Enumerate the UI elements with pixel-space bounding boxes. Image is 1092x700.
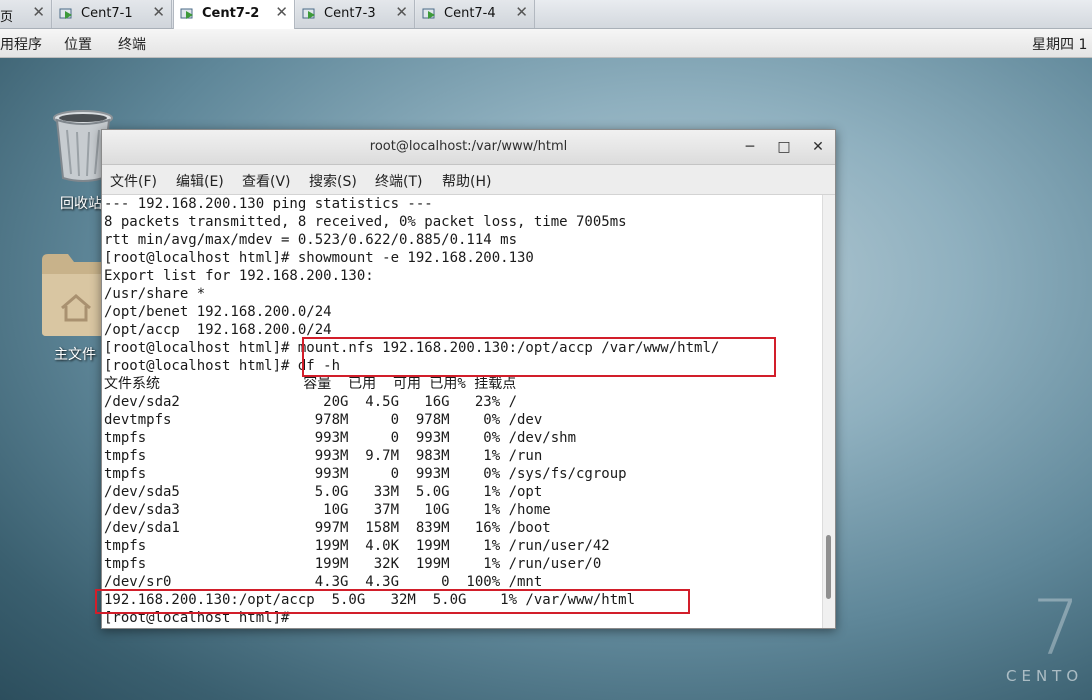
highlight-box-mount-command: [302, 337, 776, 377]
terminal-line: 8 packets transmitted, 8 received, 0% pa…: [104, 214, 627, 230]
gnome-top-bar: 用程序 位置 终端 星期四 1: [0, 29, 1092, 58]
vm-monitor-icon: [302, 8, 315, 19]
vm-monitor-icon: [422, 8, 435, 19]
menu-terminal[interactable]: 终端(T): [375, 171, 422, 191]
close-icon[interactable]: ✕: [152, 3, 165, 21]
terminal-line: Export list for 192.168.200.130:: [104, 268, 374, 284]
vm-tab-home[interactable]: 页 ✕: [0, 0, 52, 28]
vm-tab-label: Cent7-4: [444, 6, 496, 21]
vm-tab-label: 页: [0, 10, 14, 25]
menu-help[interactable]: 帮助(H): [442, 171, 491, 191]
terminal-line: /dev/sda3 10G 37M 10G 1% /home: [104, 502, 551, 518]
terminal-line: tmpfs 993M 9.7M 983M 1% /run: [104, 448, 543, 464]
vm-tab-label: Cent7-1: [81, 6, 133, 21]
places-menu[interactable]: 位置: [64, 34, 92, 54]
terminal-output[interactable]: --- 192.168.200.130 ping statistics --- 8…: [103, 195, 823, 628]
terminal-line: tmpfs 199M 32K 199M 1% /run/user/0: [104, 556, 602, 572]
terminal-line: /opt/accp 192.168.200.0/24: [104, 322, 332, 338]
terminal-line: --- 192.168.200.130 ping statistics ---: [104, 196, 433, 212]
centos-watermark-digit: 7: [1032, 583, 1081, 672]
close-icon[interactable]: ✕: [275, 3, 288, 21]
vm-tab-label: Cent7-3: [324, 6, 376, 21]
clock[interactable]: 星期四 1: [1032, 34, 1087, 54]
terminal-line: 文件系统 容量 已用 可用 已用% 挂载点: [104, 376, 517, 392]
terminal-app-menu[interactable]: 终端: [118, 34, 146, 54]
terminal-line: tmpfs 993M 0 993M 0% /sys/fs/cgroup: [104, 466, 627, 482]
menu-view[interactable]: 查看(V): [242, 171, 291, 191]
close-icon[interactable]: ✕: [32, 3, 45, 21]
maximize-icon[interactable]: □: [773, 136, 795, 158]
minimize-icon[interactable]: ─: [739, 136, 761, 158]
vm-tab-cent7-1[interactable]: Cent7-1 ✕: [53, 0, 172, 28]
terminal-line: tmpfs 993M 0 993M 0% /dev/shm: [104, 430, 577, 446]
home-folder-label: 主文件: [54, 347, 96, 363]
trash-label: 回收站: [60, 196, 102, 212]
close-icon[interactable]: ✕: [807, 136, 829, 158]
window-title: root@localhost:/var/www/html: [369, 139, 568, 154]
terminal-line: devtmpfs 978M 0 978M 0% /dev: [104, 412, 543, 428]
terminal-line: [root@localhost html]# showmount -e 192.…: [104, 250, 534, 266]
scrollbar-thumb[interactable]: [826, 535, 831, 599]
close-icon[interactable]: ✕: [515, 3, 528, 21]
vm-monitor-icon: [59, 8, 72, 19]
vm-tab-bar: 页 ✕ Cent7-1 ✕ Cent7-2 ✕ Cent7-3 ✕ Cent7-…: [0, 0, 1092, 29]
vm-monitor-icon: [180, 8, 193, 19]
terminal-line: /dev/sda5 5.0G 33M 5.0G 1% /opt: [104, 484, 543, 500]
terminal-menu-bar: 文件(F) 编辑(E) 查看(V) 搜索(S) 终端(T) 帮助(H): [102, 165, 835, 195]
terminal-scrollbar[interactable]: [822, 195, 835, 628]
menu-search[interactable]: 搜索(S): [309, 171, 357, 191]
vm-tab-cent7-2[interactable]: Cent7-2 ✕: [173, 0, 295, 29]
terminal-title-bar[interactable]: root@localhost:/var/www/html ─ □ ✕: [102, 130, 835, 165]
highlight-box-nfs-mount-row: [95, 589, 690, 614]
terminal-window: root@localhost:/var/www/html ─ □ ✕ 文件(F)…: [101, 129, 836, 629]
vm-tab-cent7-4[interactable]: Cent7-4 ✕: [416, 0, 535, 28]
terminal-line: /opt/benet 192.168.200.0/24: [104, 304, 332, 320]
terminal-line: /dev/sda1 997M 158M 839M 16% /boot: [104, 520, 551, 536]
centos-watermark-word: CENTO: [1006, 667, 1084, 685]
menu-file[interactable]: 文件(F): [110, 171, 157, 191]
terminal-line: /usr/share *: [104, 286, 206, 302]
vm-tab-cent7-3[interactable]: Cent7-3 ✕: [296, 0, 415, 28]
terminal-line: /dev/sda2 20G 4.5G 16G 23% /: [104, 394, 518, 410]
terminal-line: tmpfs 199M 4.0K 199M 1% /run/user/42: [104, 538, 610, 554]
applications-menu[interactable]: 用程序: [0, 34, 42, 54]
close-icon[interactable]: ✕: [395, 3, 408, 21]
vm-tab-label: Cent7-2: [202, 6, 260, 21]
terminal-line: rtt min/avg/max/mdev = 0.523/0.622/0.885…: [104, 232, 518, 248]
menu-edit[interactable]: 编辑(E): [176, 171, 224, 191]
